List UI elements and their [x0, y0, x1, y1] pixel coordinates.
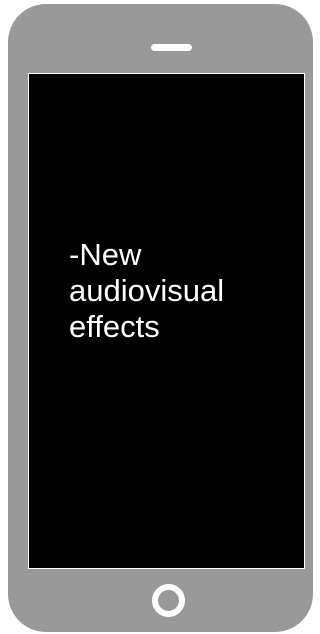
speaker-grille-icon — [151, 44, 192, 51]
phone-screen: -New audiovisual effects — [28, 73, 305, 569]
phone-frame: -New audiovisual effects — [8, 4, 313, 632]
screen-text-line-1: -New — [69, 237, 142, 272]
screen-text-line-2: audiovisual — [69, 273, 225, 308]
screen-text: -New audiovisual effects — [69, 237, 289, 345]
home-button-icon[interactable] — [152, 584, 185, 617]
screen-text-line-3: effects — [69, 309, 160, 344]
